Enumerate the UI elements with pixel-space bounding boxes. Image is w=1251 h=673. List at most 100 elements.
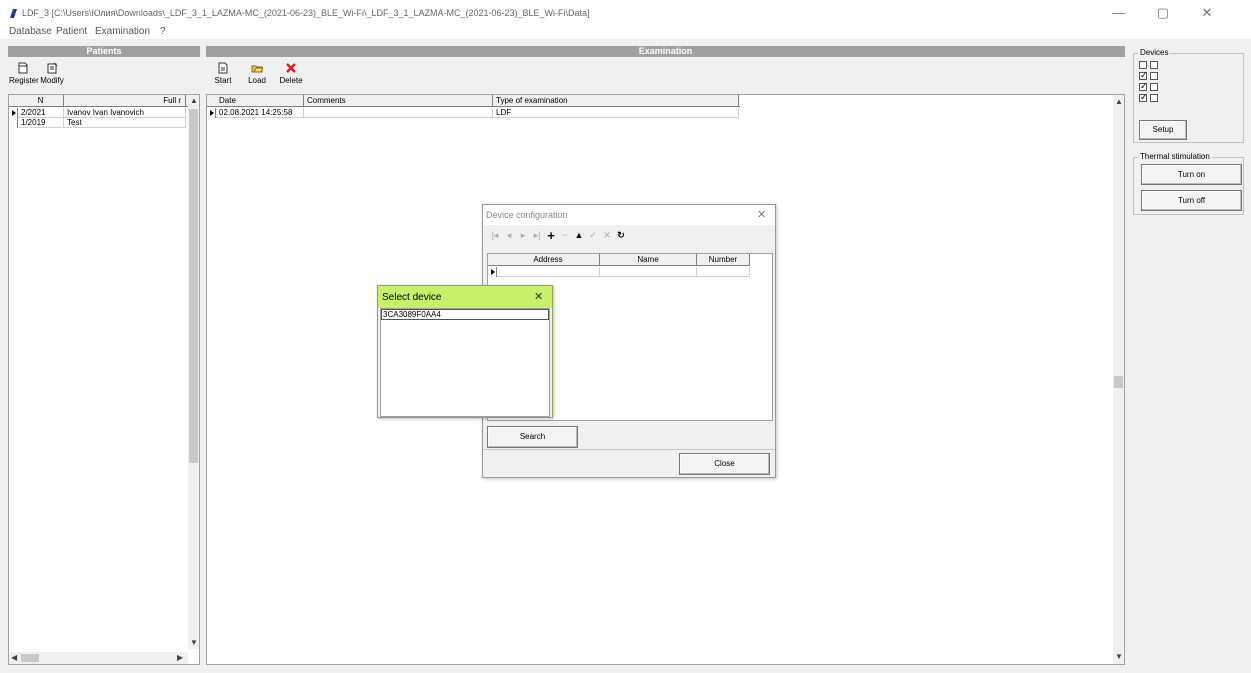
menu-examination[interactable]: Examination [95,26,150,37]
navigator-toolbar: |◂ ◂ ▸ ▸| + − ▲ ✓ ✕ ↻ [487,229,691,245]
device-3-checkbox-a[interactable] [1139,81,1148,92]
scroll-left-icon[interactable]: ◀ [11,653,17,662]
folder-open-icon [251,65,263,73]
device-2-checkbox-a[interactable] [1139,70,1148,81]
device-3-checkbox-b[interactable] [1150,83,1158,91]
scroll-up-icon[interactable]: ▲ [190,96,198,105]
select-device-titlebar: Select device ✕ [378,286,552,308]
examination-header: Examination [206,46,1125,57]
cancel-edit-icon[interactable]: ✕ [601,229,613,242]
start-label: Start [214,76,232,85]
col-name[interactable]: Name [600,254,697,266]
scroll-down-icon[interactable]: ▼ [1115,652,1123,661]
scroll-up-icon[interactable]: ▲ [1115,97,1123,106]
insert-record-icon[interactable]: + [545,229,557,242]
turn-off-button[interactable]: Turn off [1141,190,1242,211]
device-number-cell[interactable] [697,267,750,277]
devices-group-title: Devices [1138,48,1171,57]
col-comments[interactable]: Comments [304,95,493,107]
patients-header: Patients [8,46,200,57]
delete-label: Delete [279,76,303,85]
start-button[interactable]: Start [209,62,237,90]
thermal-group-title: Thermal stimulation [1138,152,1212,161]
delete-button[interactable]: Delete [277,62,305,90]
col-address[interactable]: Address [497,254,600,266]
device-config-close-icon[interactable]: ✕ [757,208,766,221]
patient-number: 1/2019 [18,118,64,128]
device-config-grid-header: Address Name Number [488,254,750,266]
device-listbox[interactable]: 3CA3089F0AA4 [380,308,550,417]
scrollbar-thumb[interactable] [189,109,198,463]
select-device-close-icon[interactable]: ✕ [534,290,543,303]
register-button[interactable]: Register [9,62,39,90]
dialog-divider [483,449,775,450]
new-document-icon [18,62,28,74]
patients-grid: N Full r 2/2021 Ivanov Ivan Ivanovich 1/… [8,94,200,665]
col-number[interactable]: Number [697,254,750,266]
turn-on-button[interactable]: Turn on [1141,164,1242,185]
menu-database[interactable]: Database [9,26,52,37]
new-document-icon [218,62,228,74]
device-2-checkbox-b[interactable] [1150,72,1158,80]
list-item[interactable]: 3CA3089F0AA4 [381,309,549,320]
devices-group: Devices Setup [1133,48,1244,143]
col-n[interactable]: N [18,95,64,107]
exam-type: LDF [493,108,739,118]
table-row[interactable] [488,267,750,277]
row-selected-indicator [9,108,18,118]
load-label: Load [248,76,266,85]
thermal-stimulation-group: Thermal stimulation Turn on Turn off [1133,152,1244,215]
device-name-cell[interactable] [600,267,697,277]
modify-button[interactable]: Modify [38,62,66,90]
patient-number: 2/2021 [18,108,64,118]
maximize-button[interactable]: ▢ [1141,2,1185,24]
col-type[interactable]: Type of examination [493,95,739,107]
row-selected-indicator [207,108,216,118]
col-date[interactable]: Date [216,95,304,107]
close-window-button[interactable]: ✕ [1185,2,1229,24]
delete-record-icon[interactable]: − [559,229,571,242]
refresh-icon[interactable]: ↻ [615,229,627,242]
exam-date: 02.08.2021 14:25:58 [216,108,304,118]
menu-help[interactable]: ? [160,26,166,37]
patients-vertical-scrollbar[interactable]: ▲ ▼ [188,95,199,649]
last-record-icon[interactable]: ▸| [531,229,543,242]
device-address-cell[interactable] [497,267,600,277]
prior-record-icon[interactable]: ◂ [503,229,515,242]
scroll-right-icon[interactable]: ▶ [177,653,183,662]
first-record-icon[interactable]: |◂ [489,229,501,242]
scrollbar-thumb[interactable] [1114,376,1123,388]
menu-patient[interactable]: Patient [56,26,87,37]
scrollbar-thumb[interactable] [21,654,39,662]
exam-comments [304,108,493,118]
device-1-checkbox-a[interactable] [1139,61,1147,69]
close-button[interactable]: Close [679,453,770,475]
patients-grid-header: N Full r [9,95,199,107]
setup-button[interactable]: Setup [1139,120,1187,140]
next-record-icon[interactable]: ▸ [517,229,529,242]
device-1-checkbox-b[interactable] [1150,61,1158,69]
row-indicator [9,118,18,128]
delete-x-icon [286,63,296,73]
examination-vertical-scrollbar[interactable]: ▲ ▼ [1113,95,1124,664]
dialog-titlebar: Device configuration ✕ [483,205,775,225]
device-4-checkbox-a[interactable] [1139,92,1148,103]
title-bar: LDF_3 [C:\Users\Юлия\Downloads\_LDF_3_1_… [0,0,1251,26]
device-config-title: Device configuration [486,210,568,220]
edit-record-icon[interactable]: ▲ [573,229,585,242]
app-logo-icon [10,9,17,18]
col-full-name[interactable]: Full r [64,95,186,107]
patient-name: Ivanov Ivan Ivanovich [64,108,186,118]
table-row[interactable]: 02.08.2021 14:25:58 LDF [207,108,740,118]
modify-label: Modify [40,76,64,85]
patient-name: Test [64,118,186,128]
table-row[interactable]: 2/2021 Ivanov Ivan Ivanovich [9,108,187,118]
table-row[interactable]: 1/2019 Test [9,118,187,128]
load-button[interactable]: Load [243,62,271,90]
search-button[interactable]: Search [487,426,578,448]
minimize-button[interactable]: — [1097,2,1141,24]
scroll-down-icon[interactable]: ▼ [190,638,198,647]
device-4-checkbox-b[interactable] [1150,94,1158,102]
post-record-icon[interactable]: ✓ [587,229,599,242]
patients-horizontal-scrollbar[interactable]: ◀ ▶ [9,652,188,664]
